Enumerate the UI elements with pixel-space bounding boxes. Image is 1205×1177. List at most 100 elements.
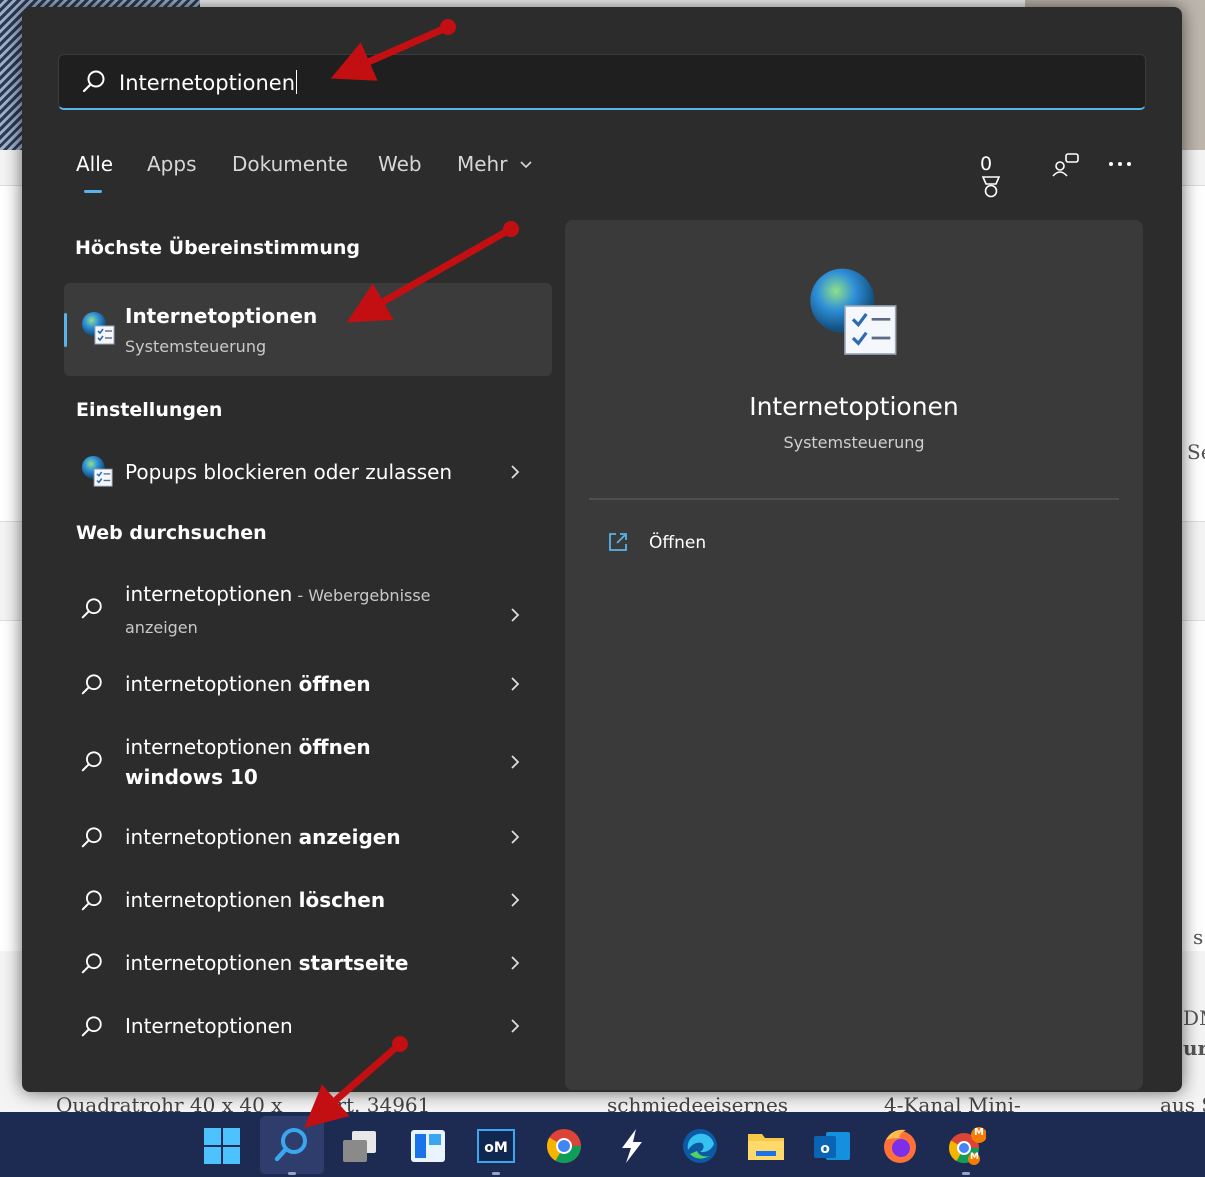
internet-options-icon bbox=[82, 312, 115, 345]
running-indicator bbox=[492, 1172, 500, 1175]
account-switch-icon[interactable] bbox=[1052, 152, 1080, 178]
chrome-icon[interactable] bbox=[544, 1126, 584, 1166]
tab-label: Mehr bbox=[457, 152, 508, 176]
file-explorer-icon[interactable] bbox=[746, 1126, 786, 1166]
web-result-label: internetoptionen öffnen bbox=[125, 669, 465, 699]
search-icon bbox=[81, 674, 102, 695]
tab-more[interactable]: Mehr bbox=[457, 152, 532, 176]
background-edge-text: DM bbox=[1183, 1006, 1205, 1030]
tab-documents[interactable]: Dokumente bbox=[232, 152, 348, 176]
background-edge-text: ur bbox=[1183, 1036, 1205, 1060]
chevron-right-icon bbox=[511, 1019, 520, 1033]
search-icon bbox=[81, 598, 102, 619]
profile-badge: M bbox=[970, 1152, 979, 1162]
web-result-query: Internetoptionen bbox=[125, 1014, 293, 1038]
web-result[interactable]: internetoptionen öffnen bbox=[64, 667, 552, 707]
web-result-suggestion: anzeigen bbox=[298, 825, 401, 849]
web-result[interactable]: internetoptionen - Webergebnisse anzeige… bbox=[64, 577, 552, 643]
firefox-icon[interactable] bbox=[880, 1126, 920, 1166]
running-indicator bbox=[962, 1172, 970, 1175]
web-result-suggestion: öffnen bbox=[298, 672, 371, 696]
web-result-label: internetoptionen startseite bbox=[125, 948, 465, 978]
internet-options-icon bbox=[81, 455, 113, 487]
chevron-right-icon bbox=[511, 956, 520, 970]
settings-heading: Einstellungen bbox=[76, 399, 223, 421]
search-icon bbox=[81, 1016, 102, 1037]
outlook-mail-om-icon[interactable]: oM bbox=[476, 1126, 516, 1166]
search-icon bbox=[82, 70, 105, 93]
background-edge-text: s bbox=[1193, 925, 1204, 949]
search-icon bbox=[81, 827, 102, 848]
best-match-title: Internetoptionen bbox=[125, 304, 318, 328]
rewards-icon bbox=[981, 176, 1001, 198]
windows-search-panel: Internetoptionen Alle Apps Dokumente Web… bbox=[22, 7, 1182, 1092]
search-input[interactable]: Internetoptionen bbox=[58, 54, 1146, 110]
selection-indicator bbox=[64, 313, 67, 347]
best-match-subtitle: Systemsteuerung bbox=[125, 337, 267, 356]
web-result-label: internetoptionen - Webergebnisse anzeige… bbox=[125, 579, 465, 643]
text-caret bbox=[296, 70, 298, 94]
tab-web[interactable]: Web bbox=[378, 152, 422, 176]
web-result-label: internetoptionen öffnen windows 10 bbox=[125, 732, 465, 792]
web-result-query: internetoptionen bbox=[125, 735, 299, 759]
edge-icon[interactable] bbox=[680, 1126, 720, 1166]
tab-label: Dokumente bbox=[232, 152, 348, 176]
web-result-query: internetoptionen bbox=[125, 672, 299, 696]
search-icon bbox=[81, 751, 102, 772]
rewards-points[interactable]: 0 bbox=[980, 153, 1002, 199]
best-match-result[interactable]: Internetoptionen Systemsteuerung bbox=[64, 283, 552, 376]
web-search-heading: Web durchsuchen bbox=[76, 522, 267, 544]
tab-label: Web bbox=[378, 152, 422, 176]
web-result-suggestion: startseite bbox=[298, 951, 409, 975]
svg-text:oM: oM bbox=[484, 1140, 508, 1156]
search-icon bbox=[81, 890, 102, 911]
best-match-heading: Höchste Übereinstimmung bbox=[75, 237, 360, 259]
background-edge-text: Se bbox=[1187, 440, 1205, 464]
web-result[interactable]: internetoptionen löschen bbox=[64, 883, 552, 923]
chrome-profile-app[interactable]: M M bbox=[946, 1126, 986, 1166]
taskbar: oM o M M bbox=[0, 1112, 1205, 1177]
search-icon bbox=[81, 953, 102, 974]
search-query-text: Internetoptionen bbox=[119, 70, 298, 95]
chevron-right-icon bbox=[511, 830, 520, 844]
task-view-icon[interactable] bbox=[340, 1126, 380, 1166]
search-icon bbox=[274, 1128, 307, 1162]
web-result[interactable]: internetoptionen öffnen windows 10 bbox=[64, 730, 552, 796]
running-indicator bbox=[288, 1172, 296, 1175]
widgets-icon[interactable] bbox=[408, 1126, 448, 1166]
web-result-query: internetoptionen bbox=[125, 888, 299, 912]
web-result[interactable]: Internetoptionen bbox=[64, 1009, 552, 1049]
web-result-label: Internetoptionen bbox=[125, 1011, 465, 1041]
tab-all[interactable]: Alle bbox=[76, 152, 114, 193]
web-result-query: internetoptionen bbox=[125, 951, 299, 975]
more-icon[interactable] bbox=[1108, 160, 1132, 168]
active-tab-indicator bbox=[84, 190, 102, 193]
web-result-query: internetoptionen bbox=[125, 582, 293, 606]
preview-subtitle: Systemsteuerung bbox=[783, 433, 925, 452]
start-icon[interactable] bbox=[202, 1126, 242, 1166]
preview-divider bbox=[589, 498, 1119, 500]
outlook-icon[interactable]: o bbox=[812, 1126, 852, 1166]
web-result[interactable]: internetoptionen startseite bbox=[64, 946, 552, 986]
open-action-label[interactable]: Öffnen bbox=[649, 533, 706, 553]
profile-badge: M bbox=[974, 1127, 984, 1138]
stack-app-icon[interactable] bbox=[612, 1126, 652, 1166]
chevron-right-icon bbox=[511, 755, 520, 769]
search-query: Internetoptionen bbox=[119, 71, 296, 95]
web-result[interactable]: internetoptionen anzeigen bbox=[64, 820, 552, 860]
preview-title: Internetoptionen bbox=[749, 392, 959, 421]
tab-label: Alle bbox=[76, 152, 114, 176]
svg-text:o: o bbox=[820, 1141, 830, 1157]
web-result-query: internetoptionen bbox=[125, 825, 299, 849]
settings-result-popups[interactable]: Popups blockieren oder zulassen bbox=[64, 447, 552, 497]
result-preview-pane: Internetoptionen Systemsteuerung Öffnen bbox=[565, 220, 1143, 1090]
tab-apps[interactable]: Apps bbox=[147, 152, 197, 176]
settings-result-label: Popups blockieren oder zulassen bbox=[125, 460, 453, 484]
web-result-suggestion: löschen bbox=[298, 888, 386, 912]
open-external-icon[interactable] bbox=[607, 531, 629, 553]
chevron-down-icon bbox=[520, 161, 532, 169]
tab-label: Apps bbox=[147, 152, 197, 176]
internet-options-icon bbox=[810, 268, 897, 355]
chevron-right-icon bbox=[511, 893, 520, 907]
search-taskbar-button[interactable] bbox=[260, 1116, 324, 1174]
